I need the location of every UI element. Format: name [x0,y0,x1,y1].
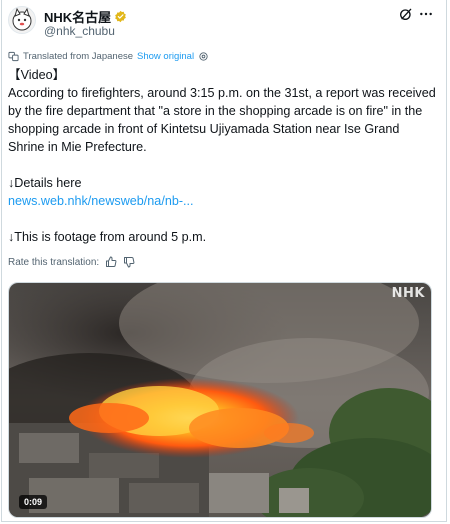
post-footage-note: ↓This is footage from around 5 p.m. [8,230,207,244]
video-player[interactable]: NHK 0:09 [8,282,432,518]
grok-icon[interactable] [398,6,414,22]
avatar-mascot-image [12,7,32,31]
account-handle[interactable]: @nhk_chubu [44,24,115,38]
avatar[interactable] [8,6,36,34]
post-link[interactable]: news.web.nhk/newsweb/na/nb-... [8,192,438,210]
thumbs-up-icon[interactable] [105,256,117,268]
more-icon[interactable] [418,6,434,22]
rate-label: Rate this translation: [8,256,100,268]
nhk-watermark: NHK [391,286,425,301]
fire-footage-image [9,283,431,517]
thumbs-down-icon[interactable] [123,256,135,268]
show-original-link[interactable]: Show original [137,51,194,62]
translation-row: Translated from Japanese Show original [8,51,209,62]
translate-icon [8,51,19,62]
post-details-label: ↓Details here [8,176,82,190]
post-video-tag: 【Video】 [8,68,66,82]
post-body: According to firefighters, around 3:15 p… [8,86,436,154]
settings-icon[interactable] [198,51,209,62]
video-duration: 0:09 [19,495,48,509]
rate-translation-row: Rate this translation: [8,256,135,268]
verified-badge-icon [115,10,127,23]
post-text: 【Video】 According to firefighters, aroun… [8,66,438,246]
translated-label: Translated from Japanese [23,51,134,62]
